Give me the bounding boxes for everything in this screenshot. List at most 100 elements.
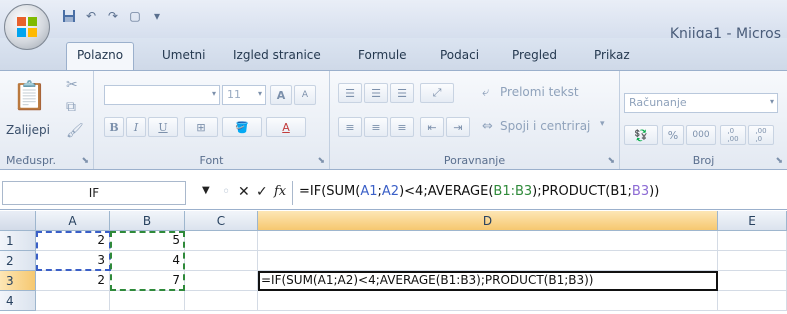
font-name-combo[interactable]: ▾ xyxy=(104,85,220,105)
row-header-4[interactable]: 4 xyxy=(0,291,36,311)
decrease-decimal-button[interactable]: ,00 ,0 xyxy=(748,125,774,145)
alignment-launcher-icon[interactable]: ⬊ xyxy=(607,156,615,166)
align-middle-button[interactable]: ☰ xyxy=(364,83,388,103)
align-top-button[interactable]: ☰ xyxy=(338,83,362,103)
cell-a4[interactable] xyxy=(36,291,110,311)
cell-c1[interactable] xyxy=(185,231,258,251)
number-format-combo[interactable]: Računanje ▾ xyxy=(624,93,778,113)
percent-button[interactable]: % xyxy=(662,125,684,145)
office-button[interactable] xyxy=(4,4,50,50)
decrease-indent-button[interactable]: ⇤ xyxy=(420,117,444,137)
title-bar: ↶ ↷ ▢ ▾ Knjiga1 - Micros xyxy=(0,0,787,42)
clipboard-launcher-icon[interactable]: ⬊ xyxy=(81,156,89,166)
name-box[interactable]: IF xyxy=(2,181,186,205)
copy-icon[interactable]: ⧉ xyxy=(66,99,76,115)
increase-decimal-button[interactable]: ,0 ,00 xyxy=(720,125,746,145)
formula-input[interactable]: =IF(SUM(A1;A2)<4;AVERAGE(B1:B3);PRODUCT(… xyxy=(292,181,787,205)
orientation-button[interactable]: ⤢ xyxy=(420,83,454,103)
cell-b4[interactable] xyxy=(110,291,185,311)
save-icon[interactable] xyxy=(60,7,78,25)
cell-c2[interactable] xyxy=(185,251,258,271)
print-preview-icon[interactable]: ▢ xyxy=(126,7,144,25)
merge-center-button[interactable]: Spoji i centriraj xyxy=(500,119,590,133)
paste-icon[interactable]: 📋 xyxy=(12,79,47,112)
cell-d2[interactable] xyxy=(258,251,718,271)
tab-izgled-stranice[interactable]: Izgled stranice xyxy=(233,48,321,62)
formula-part-7: B3 xyxy=(631,184,650,199)
font-launcher-icon[interactable]: ⬊ xyxy=(317,156,325,166)
borders-icon: ⊞ xyxy=(196,120,206,134)
align-bottom-button[interactable]: ☰ xyxy=(390,83,414,103)
cell-d4[interactable] xyxy=(258,291,718,311)
tab-formule[interactable]: Formule xyxy=(358,48,407,62)
cell-e4[interactable] xyxy=(718,291,787,311)
column-header-b[interactable]: B xyxy=(110,211,185,231)
name-box-dropdown-icon[interactable]: ▼ xyxy=(202,185,210,196)
cell-b1[interactable]: 5 xyxy=(110,231,185,251)
shrink-font-button[interactable]: A xyxy=(294,85,316,105)
cell-c3[interactable] xyxy=(185,271,258,291)
cell-b3[interactable]: 7 xyxy=(110,271,185,291)
cell-d1[interactable] xyxy=(258,231,718,251)
number-launcher-icon[interactable]: ⬊ xyxy=(775,156,783,166)
quick-access-toolbar: ↶ ↷ ▢ ▾ xyxy=(60,6,166,26)
align-right-icon: ≡ xyxy=(397,120,407,134)
fill-color-button[interactable]: 🪣 xyxy=(222,117,262,137)
column-header-c[interactable]: C xyxy=(185,211,258,231)
cell-b2[interactable]: 4 xyxy=(110,251,185,271)
tab-pregled[interactable]: Pregled xyxy=(512,48,557,62)
row-header-1[interactable]: 1 xyxy=(0,231,36,251)
italic-button[interactable]: I xyxy=(126,117,146,137)
tab-umetni[interactable]: Umetni xyxy=(162,48,206,62)
format-painter-icon[interactable]: 🖌 xyxy=(66,123,84,139)
increase-indent-icon: ⇥ xyxy=(453,120,463,134)
align-center-button[interactable]: ≡ xyxy=(364,117,388,137)
comma-style-button[interactable]: 000 xyxy=(686,125,716,145)
underline-button[interactable]: U xyxy=(148,117,178,137)
borders-button[interactable]: ⊞ xyxy=(184,117,218,137)
row-header-2[interactable]: 2 xyxy=(0,251,36,271)
column-header-d[interactable]: D xyxy=(258,211,718,231)
cell-c4[interactable] xyxy=(185,291,258,311)
paste-button-label[interactable]: Zalijepi xyxy=(6,123,50,137)
column-header-e[interactable]: E xyxy=(718,211,787,231)
wrap-text-button[interactable]: Prelomi tekst xyxy=(500,85,579,99)
align-middle-icon: ☰ xyxy=(371,86,381,100)
formula-part-0: =IF(SUM( xyxy=(299,184,361,199)
align-center-icon: ≡ xyxy=(371,120,381,134)
cell-e1[interactable] xyxy=(718,231,787,251)
cell-a1[interactable]: 2 xyxy=(36,231,110,251)
cell-d3[interactable]: =IF(SUM(A1;A2)<4;AVERAGE(B1:B3);PRODUCT(… xyxy=(258,271,718,291)
formula-bar-handle-icon: ◦ xyxy=(222,184,231,200)
align-right-button[interactable]: ≡ xyxy=(390,117,414,137)
tab-podaci[interactable]: Podaci xyxy=(440,48,479,62)
merge-center-icon[interactable]: ⇔ xyxy=(482,119,493,134)
cell-a3[interactable]: 2 xyxy=(36,271,110,291)
increase-indent-button[interactable]: ⇥ xyxy=(446,117,470,137)
select-all-corner[interactable] xyxy=(0,211,36,231)
row-header-3[interactable]: 3 xyxy=(0,271,36,291)
insert-function-icon[interactable]: fx xyxy=(274,184,286,199)
customize-qat-icon[interactable]: ▾ xyxy=(148,7,166,25)
cell-e2[interactable] xyxy=(718,251,787,271)
tab-prikaz[interactable]: Prikaz xyxy=(594,48,630,62)
tab-polazno[interactable]: Polazno xyxy=(66,42,135,70)
redo-icon[interactable]: ↷ xyxy=(104,7,122,25)
cell-a2[interactable]: 3 xyxy=(36,251,110,271)
font-color-button[interactable]: A xyxy=(266,117,306,137)
accounting-format-button[interactable]: 💱 xyxy=(624,125,658,145)
wrap-text-icon[interactable]: ⤶ xyxy=(482,85,489,100)
decrease-indent-icon: ⇤ xyxy=(427,120,437,134)
font-size-combo[interactable]: 11 ▾ xyxy=(222,85,266,105)
cancel-icon[interactable]: ✕ xyxy=(238,184,250,200)
cut-icon[interactable]: ✂ xyxy=(66,77,78,93)
grow-font-button[interactable]: A xyxy=(270,85,292,105)
align-left-icon: ≡ xyxy=(345,120,355,134)
enter-icon[interactable]: ✓ xyxy=(256,184,268,200)
bold-button[interactable]: B xyxy=(104,117,124,137)
cell-e3[interactable] xyxy=(718,271,787,291)
merge-dropdown-icon[interactable]: ▾ xyxy=(600,119,605,129)
undo-icon[interactable]: ↶ xyxy=(82,7,100,25)
align-left-button[interactable]: ≡ xyxy=(338,117,362,137)
column-header-a[interactable]: A xyxy=(36,211,110,231)
